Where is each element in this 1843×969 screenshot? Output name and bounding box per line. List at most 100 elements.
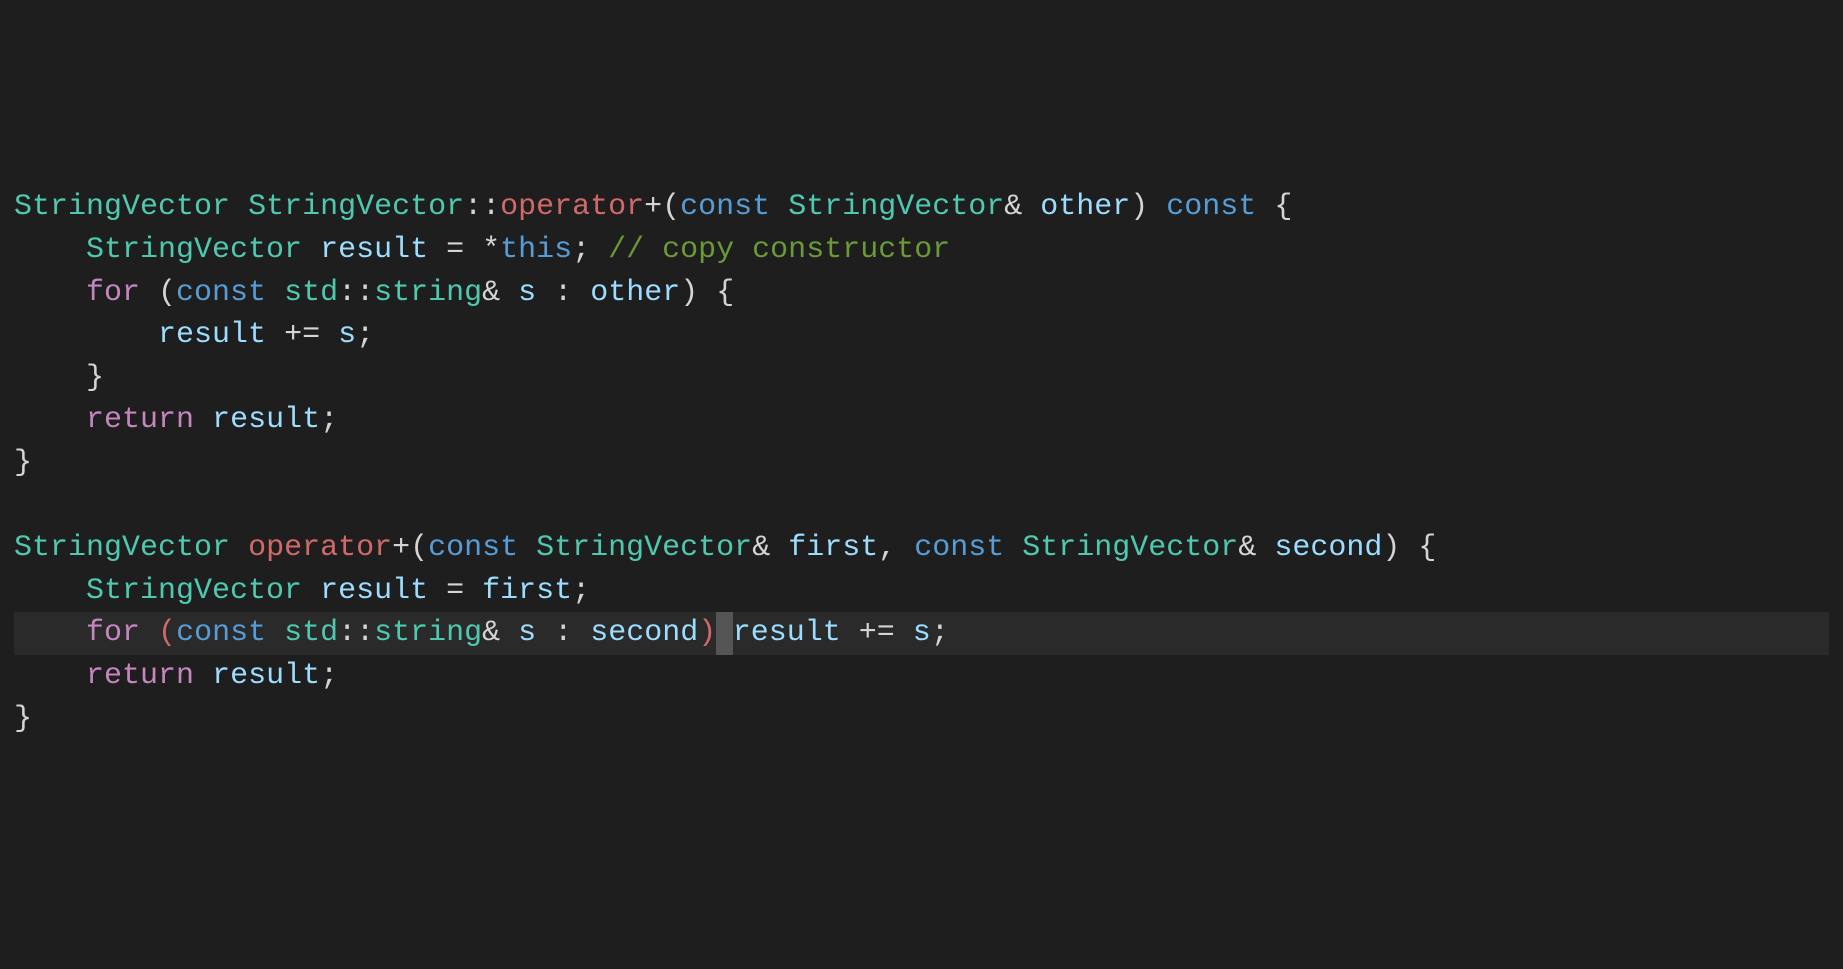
code-token: += — [266, 318, 338, 352]
code-token: & — [482, 276, 518, 310]
code-token: const — [428, 531, 518, 565]
indent — [14, 659, 86, 693]
code-token: } — [14, 702, 32, 736]
code-editor[interactable]: StringVector StringVector::operator+(con… — [14, 186, 1829, 740]
code-line[interactable]: StringVector operator+(const StringVecto… — [14, 527, 1829, 570]
indent — [14, 276, 86, 310]
indent — [14, 616, 86, 650]
code-token: ( — [158, 616, 176, 650]
code-line[interactable]: } — [14, 698, 1829, 741]
code-line[interactable]: result += s; — [14, 314, 1829, 357]
code-token: +( — [644, 190, 680, 224]
code-line[interactable] — [14, 485, 1829, 528]
code-line[interactable]: StringVector result = first; — [14, 570, 1829, 613]
code-token: StringVector — [14, 531, 230, 565]
code-token: return — [86, 659, 194, 693]
code-token: ; — [572, 574, 590, 608]
code-token: : — [536, 276, 590, 310]
code-token: StringVector — [1022, 531, 1238, 565]
code-line[interactable]: } — [14, 442, 1829, 485]
code-token: for — [86, 616, 140, 650]
code-token: s — [913, 616, 931, 650]
code-token: string — [374, 276, 482, 310]
code-token: & — [1004, 190, 1040, 224]
code-token: first — [788, 531, 878, 565]
code-token: , — [878, 531, 914, 565]
code-token: other — [1040, 190, 1130, 224]
code-token — [1004, 531, 1022, 565]
code-token — [194, 659, 212, 693]
code-token: ) — [1130, 190, 1166, 224]
code-token: const — [1166, 190, 1256, 224]
code-token: ) { — [680, 276, 734, 310]
code-token: result — [733, 616, 841, 650]
code-token: other — [590, 276, 680, 310]
code-token — [230, 531, 248, 565]
indent — [14, 318, 158, 352]
code-token: ) { — [1382, 531, 1436, 565]
code-token: const — [176, 616, 266, 650]
code-token: std — [284, 616, 338, 650]
code-token: const — [176, 276, 266, 310]
code-token: & — [1238, 531, 1274, 565]
indent — [14, 361, 86, 395]
code-line[interactable]: return result; — [14, 399, 1829, 442]
code-line[interactable]: for (const std::string& s : other) { — [14, 272, 1829, 315]
code-token: { — [1256, 190, 1292, 224]
code-token: string — [374, 616, 482, 650]
code-token: ( — [140, 276, 176, 310]
code-token: StringVector — [788, 190, 1004, 224]
code-token: operator — [500, 190, 644, 224]
indent — [14, 233, 86, 267]
code-token — [716, 612, 733, 655]
code-token: ; — [320, 403, 338, 437]
code-token: for — [86, 276, 140, 310]
code-token: result — [320, 233, 428, 267]
code-line[interactable]: } — [14, 357, 1829, 400]
code-token: StringVector — [536, 531, 752, 565]
code-token: StringVector — [86, 574, 302, 608]
code-token: s — [518, 276, 536, 310]
code-token: const — [680, 190, 770, 224]
code-token: : — [536, 616, 590, 650]
code-line[interactable]: StringVector StringVector::operator+(con… — [14, 186, 1829, 229]
code-token: result — [212, 659, 320, 693]
code-token — [302, 574, 320, 608]
code-token: } — [14, 446, 32, 480]
code-token: ; — [931, 616, 949, 650]
code-token: ; — [356, 318, 374, 352]
code-token: :: — [338, 616, 374, 650]
code-token: result — [158, 318, 266, 352]
code-line[interactable]: return result; — [14, 655, 1829, 698]
code-token: result — [212, 403, 320, 437]
indent — [14, 403, 86, 437]
code-token: second — [590, 616, 698, 650]
code-token: StringVector — [14, 190, 230, 224]
code-token: result — [320, 574, 428, 608]
code-token: operator — [248, 531, 392, 565]
code-token: = — [428, 574, 482, 608]
code-token: return — [86, 403, 194, 437]
code-token: first — [482, 574, 572, 608]
code-token: ; — [320, 659, 338, 693]
code-token: & — [482, 616, 518, 650]
code-token — [266, 616, 284, 650]
code-token: this — [500, 233, 572, 267]
code-token: +( — [392, 531, 428, 565]
code-token: StringVector — [248, 190, 464, 224]
code-token: = * — [428, 233, 500, 267]
code-token: ) — [698, 616, 716, 650]
code-token: std — [284, 276, 338, 310]
code-token: += — [841, 616, 913, 650]
code-token — [302, 233, 320, 267]
code-token: :: — [464, 190, 500, 224]
code-token: second — [1274, 531, 1382, 565]
code-token: } — [86, 361, 104, 395]
code-token: & — [752, 531, 788, 565]
code-line[interactable]: for (const std::string& s : second) resu… — [14, 612, 1829, 655]
code-token — [194, 403, 212, 437]
indent — [14, 574, 86, 608]
code-token: // copy constructor — [608, 233, 950, 267]
code-token: const — [914, 531, 1004, 565]
code-line[interactable]: StringVector result = *this; // copy con… — [14, 229, 1829, 272]
